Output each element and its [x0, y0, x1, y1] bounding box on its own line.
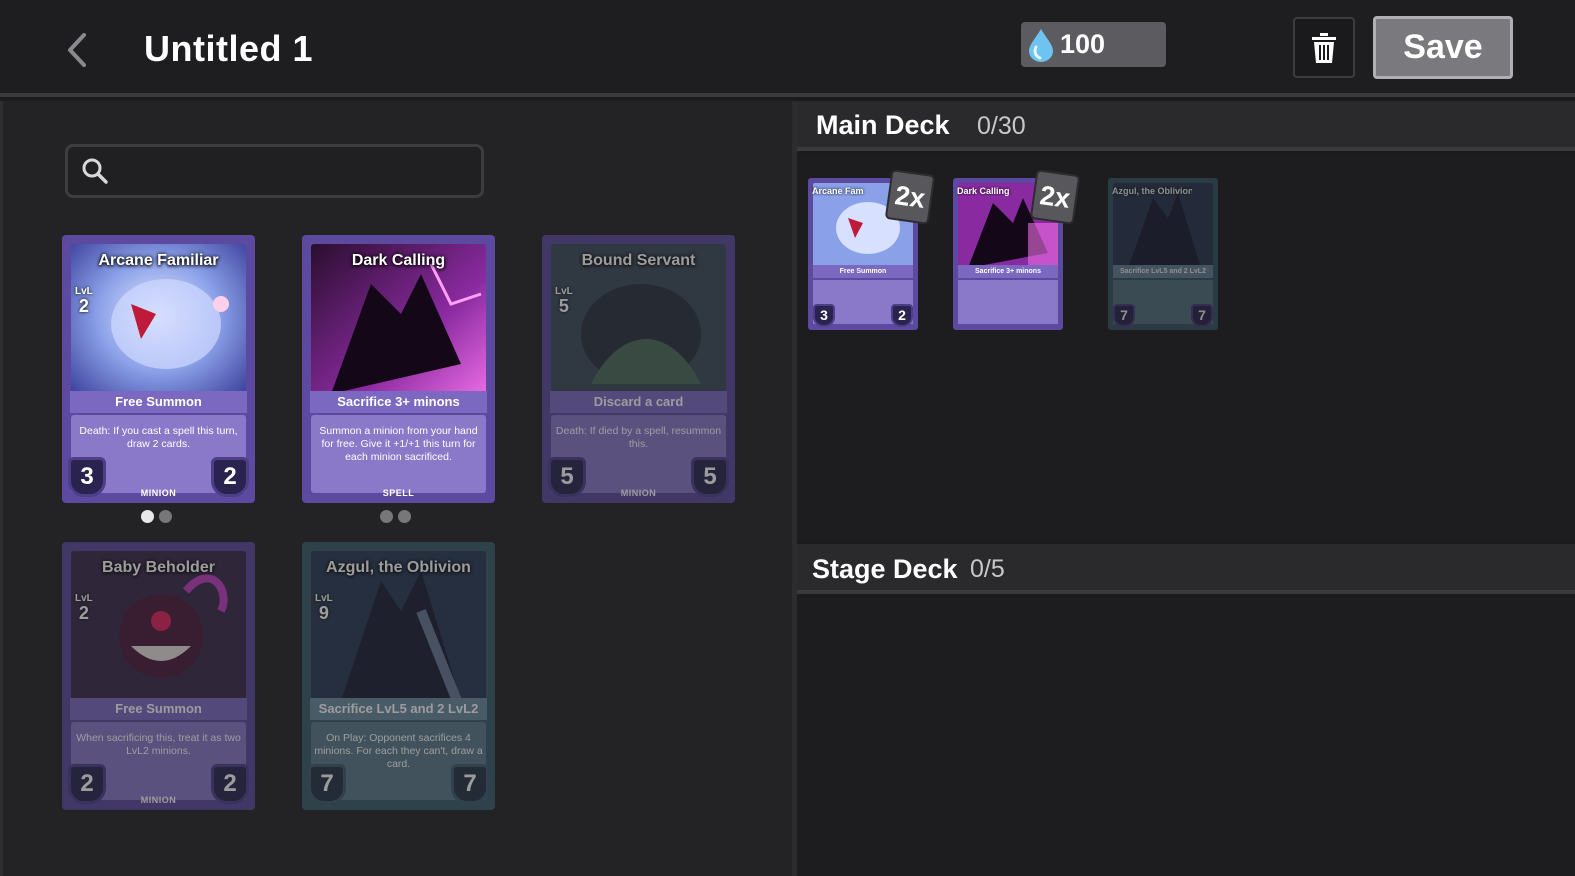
delete-button[interactable]: [1293, 17, 1355, 78]
card-page-dots[interactable]: [380, 510, 411, 523]
back-button[interactable]: [60, 30, 96, 70]
main-deck-header: Main Deck 0/30: [797, 101, 1575, 151]
card-level: LvL 2: [75, 286, 93, 316]
card-cost-strip: Sacrifice LvL5 and 2 LvL2: [1113, 265, 1213, 278]
page-dot[interactable]: [398, 510, 411, 523]
card-name: Azgul, the Oblivion: [1112, 186, 1192, 196]
search-bar[interactable]: [65, 144, 484, 198]
card-power: 7: [451, 764, 489, 804]
card-name: Baby Beholder: [102, 559, 215, 576]
trash-icon: [1312, 32, 1336, 63]
collection-card[interactable]: Dark Calling Sacrifice 3+ minons Summon …: [302, 235, 495, 503]
card-description: When sacrificing this, treat it as two L…: [76, 732, 241, 757]
page-dot[interactable]: [380, 510, 393, 523]
card-type: SPELL: [382, 488, 415, 498]
save-button[interactable]: Save: [1373, 16, 1513, 79]
stage-deck-title: Stage Deck: [812, 554, 958, 584]
card-cost-strip: Sacrifice 3+ minons: [958, 265, 1058, 278]
card-description: Death: If you cast a spell this turn, dr…: [79, 425, 238, 450]
collection-card[interactable]: Baby Beholder LvL 2 Free Summon When sacr…: [62, 542, 255, 810]
stage-deck-area: [797, 598, 1575, 876]
deck-card[interactable]: Arcane Fam Free Summon 3 2 2x: [808, 169, 936, 330]
card-name: Dark Calling: [957, 186, 1010, 196]
card-type: MINION: [140, 488, 177, 498]
deck-card[interactable]: Azgul, the Oblivion Sacrifice LvL5 and 2…: [1108, 178, 1218, 330]
card-text-box: [958, 280, 1058, 324]
card-cost-strip: Free Summon: [70, 391, 247, 413]
card-level: LvL 5: [555, 286, 573, 316]
card-power: 7: [1191, 304, 1213, 327]
card-name: Bound Servant: [581, 252, 696, 269]
card-cost: 7: [1113, 304, 1135, 327]
card-cost-strip: Discard a card: [550, 391, 727, 413]
card-name: Arcane Familiar: [98, 252, 219, 269]
deck-card[interactable]: Dark Calling Sacrifice 3+ minons 2x: [953, 169, 1081, 330]
card-name: Arcane Fam: [812, 186, 864, 196]
stage-deck-header: Stage Deck 0/5: [797, 544, 1575, 594]
card-cost: 3: [813, 304, 835, 327]
card-page-dots[interactable]: [141, 510, 172, 523]
deck-title[interactable]: Untitled 1: [144, 28, 313, 70]
card-power: 2: [891, 304, 913, 327]
collection-card[interactable]: Bound Servant LvL 5 Discard a card Death:…: [542, 235, 735, 503]
card-description: Death: If died by a spell, resummon this…: [555, 425, 722, 450]
main-deck-count: 0/30: [977, 112, 1026, 140]
card-cost-strip: Free Summon: [813, 265, 913, 278]
collection-card[interactable]: Arcane Familiar LvL 2 Free Summon Death: …: [62, 235, 255, 503]
mana-counter: 100: [1021, 22, 1166, 67]
card-name: Dark Calling: [351, 252, 446, 269]
copies-badge: 2x: [884, 169, 936, 225]
chevron-left-icon: [68, 33, 86, 67]
mana-value: 100: [1060, 29, 1106, 59]
stage-deck-count: 0/5: [970, 555, 1005, 583]
page-dot[interactable]: [159, 510, 172, 523]
card-name: Azgul, the Oblivion: [326, 559, 471, 576]
card-level: LvL 2: [75, 593, 93, 623]
search-input[interactable]: [118, 160, 448, 182]
card-cost-strip: Sacrifice LvL5 and 2 LvL2: [310, 698, 487, 720]
card-description: Summon a minion from your hand for free.…: [319, 425, 478, 463]
card-level: LvL 9: [315, 593, 333, 623]
main-deck-title: Main Deck: [816, 110, 950, 140]
card-cost-strip: Free Summon: [70, 698, 247, 720]
card-art: [1113, 183, 1213, 271]
copies-badge: 2x: [1029, 169, 1081, 225]
mana-drop-icon: [1029, 28, 1053, 62]
page-dot-active[interactable]: [141, 510, 154, 523]
card-type: MINION: [620, 488, 657, 498]
card-type: MINION: [140, 795, 177, 805]
search-icon: [82, 158, 108, 184]
collection-card[interactable]: Azgul, the Oblivion LvL 9 Sacrifice LvL5 …: [302, 542, 495, 810]
card-cost: 7: [308, 764, 346, 804]
card-cost-strip: Sacrifice 3+ minons: [310, 391, 487, 413]
top-bar: Untitled 1 100 Save: [0, 0, 1575, 97]
